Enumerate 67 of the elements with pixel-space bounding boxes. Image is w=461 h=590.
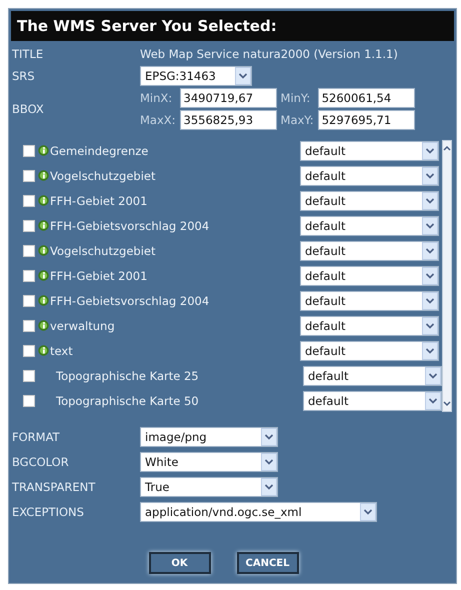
info-icon[interactable] xyxy=(38,145,49,156)
layer-name: Topographische Karte 25 xyxy=(56,368,200,382)
layer-name: Vogelschutzgebiet xyxy=(50,244,156,258)
input-field[interactable]: 5260061,54 xyxy=(318,88,415,108)
checkbox[interactable] xyxy=(23,270,35,282)
dropdown-select[interactable]: EPSG:31463 xyxy=(140,66,252,86)
layer-name: verwaltung xyxy=(50,318,116,332)
dropdown-select[interactable]: image/png xyxy=(140,426,278,446)
info-icon[interactable] xyxy=(38,345,49,356)
dropdown-select[interactable]: default xyxy=(300,290,439,310)
layer-name: FFH-Gebiet 2001 xyxy=(50,194,148,208)
dropdown-select[interactable]: True xyxy=(140,476,278,496)
info-icon[interactable] xyxy=(38,245,49,256)
dropdown-select[interactable]: White xyxy=(140,452,278,472)
field-label: BGCOLOR xyxy=(12,454,70,468)
layer-name: Vogelschutzgebiet xyxy=(50,168,156,182)
dropdown-select[interactable]: default xyxy=(300,266,439,286)
field-label: MaxX: xyxy=(140,113,176,127)
dropdown-select[interactable]: default xyxy=(300,316,439,336)
checkbox[interactable] xyxy=(23,320,35,332)
field-label: SRS xyxy=(12,69,36,83)
dropdown-select[interactable]: default xyxy=(303,390,442,410)
info-icon[interactable] xyxy=(38,270,49,281)
layer-name: FFH-Gebietsvorschlag 2004 xyxy=(50,294,210,308)
layer-name: FFH-Gebietsvorschlag 2004 xyxy=(50,218,210,232)
field-label: MinY: xyxy=(280,91,312,105)
dropdown-select[interactable]: default xyxy=(300,216,439,236)
checkbox[interactable] xyxy=(23,370,35,382)
checkbox[interactable] xyxy=(23,244,35,256)
window-title: The WMS Server You Selected: xyxy=(11,11,454,41)
dropdown-select[interactable]: default xyxy=(300,340,439,360)
info-icon[interactable] xyxy=(38,295,49,306)
dropdown-select[interactable]: default xyxy=(300,190,439,210)
layer-name: FFH-Gebiet 2001 xyxy=(50,268,148,282)
layer-name: text xyxy=(50,344,74,358)
info-icon[interactable] xyxy=(38,170,49,181)
input-field[interactable]: 3556825,93 xyxy=(180,110,277,130)
field-label: MaxY: xyxy=(280,113,314,127)
field-label: MinX: xyxy=(140,91,174,105)
info-icon[interactable] xyxy=(38,195,49,206)
checkbox[interactable] xyxy=(23,170,35,182)
ok-button[interactable]: OK xyxy=(148,552,210,574)
input-field[interactable]: 5297695,71 xyxy=(318,110,415,130)
scrollbar[interactable] xyxy=(442,140,452,412)
field-label: BBOX xyxy=(12,102,45,116)
field-label: FORMAT xyxy=(12,430,61,444)
layer-name: Gemeindegrenze xyxy=(50,144,150,158)
dropdown-select[interactable]: default xyxy=(303,366,442,386)
field-label: TRANSPARENT xyxy=(12,480,96,494)
info-icon[interactable] xyxy=(38,320,49,331)
field-label: TITLE xyxy=(12,46,44,60)
input-field[interactable]: 3490719,67 xyxy=(180,88,277,108)
field-label: EXCEPTIONS xyxy=(12,504,85,518)
field-value: Web Map Service natura2000 (Version 1.1.1) xyxy=(140,46,398,60)
dropdown-select[interactable]: default xyxy=(300,166,439,186)
checkbox[interactable] xyxy=(23,394,35,406)
dropdown-select[interactable]: application/vnd.ogc.se_xml xyxy=(140,502,377,522)
dropdown-select[interactable]: default xyxy=(300,240,439,260)
cancel-button[interactable]: CANCEL xyxy=(236,552,298,574)
checkbox[interactable] xyxy=(23,194,35,206)
dropdown-select[interactable]: default xyxy=(300,140,439,160)
checkbox[interactable] xyxy=(23,344,35,356)
checkbox[interactable] xyxy=(23,220,35,232)
checkbox[interactable] xyxy=(23,294,35,306)
checkbox[interactable] xyxy=(23,144,35,156)
layer-name: Topographische Karte 50 xyxy=(56,394,200,408)
info-icon[interactable] xyxy=(38,220,49,231)
